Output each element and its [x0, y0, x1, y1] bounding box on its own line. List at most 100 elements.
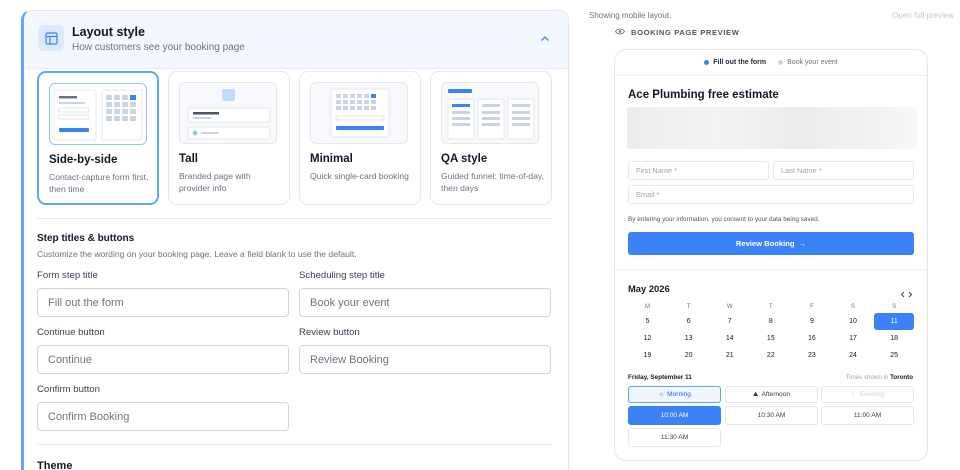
review-button-input[interactable]: [299, 345, 551, 374]
layout-card-desc: Quick single-card booking: [310, 171, 409, 181]
layout-card-title: QA style: [441, 153, 488, 165]
sunset-icon: ⛰: [752, 390, 759, 398]
calendar-day[interactable]: 12: [627, 335, 668, 342]
booking-title: Ace Plumbing free estimate: [628, 89, 779, 101]
step-titles-description: Customize the wording on your booking pa…: [37, 249, 357, 259]
calendar-day[interactable]: 25: [874, 352, 915, 359]
scheduling-step-title-label: Scheduling step title: [299, 270, 385, 281]
calendar-day[interactable]: 13: [668, 335, 709, 342]
calendar-week: 12 13 14 15 16 17 18: [627, 330, 915, 347]
time-slot-selected[interactable]: 10:00 AM: [628, 406, 721, 425]
period-label: Evening: [860, 391, 884, 398]
calendar-day[interactable]: 8: [750, 318, 791, 325]
layout-card-title: Minimal: [310, 153, 353, 165]
timezone-prefix: Times shown in: [845, 374, 889, 381]
period-label: Morning: [667, 391, 691, 398]
layout-card-title: Side-by-side: [49, 154, 118, 166]
layout-card-desc: Branded page with provider info: [179, 171, 251, 193]
period-evening[interactable]: ☾ Evening: [821, 386, 914, 403]
open-full-preview-link[interactable]: Open full preview: [892, 11, 954, 20]
moon-icon: ☾: [851, 391, 858, 399]
minimal-thumbnail: [310, 82, 408, 144]
qa-style-thumbnail: [441, 82, 539, 144]
step-dot: [778, 60, 784, 65]
booking-preview-label-text: BOOKING PAGE PREVIEW: [631, 28, 740, 37]
last-name-field[interactable]: Last Name *: [773, 161, 914, 180]
confirm-button-label: Confirm button: [37, 384, 100, 395]
step-titles-heading: Step titles & buttons: [37, 233, 135, 244]
continue-button-input[interactable]: [37, 345, 289, 374]
calendar-day[interactable]: 22: [750, 352, 791, 359]
calendar-day[interactable]: 14: [709, 335, 750, 342]
calendar-day-selected[interactable]: 11: [874, 313, 915, 330]
weekday-label: F: [810, 303, 814, 310]
blurred-description: [627, 107, 917, 149]
calendar-month: May 2026: [628, 283, 670, 294]
selected-date: Friday, September 11: [628, 374, 692, 381]
theme-heading: Theme: [37, 460, 73, 470]
calendar-day[interactable]: 23: [791, 352, 832, 359]
calendar-day[interactable]: 19: [627, 352, 668, 359]
sun-icon: ☼: [658, 391, 665, 398]
layout-card-tall[interactable]: Tall Branded page with provider info: [168, 71, 290, 205]
step-book-event: Book your event: [778, 59, 838, 66]
calendar-day[interactable]: 16: [791, 335, 832, 342]
first-name-field[interactable]: First Name *: [628, 161, 769, 180]
period-afternoon[interactable]: ⛰ Afternoon: [725, 386, 818, 403]
step-fill-out-form: Fill out the form: [704, 59, 766, 66]
time-slot[interactable]: 11:30 AM: [628, 428, 721, 447]
review-button-label: Review button: [299, 327, 360, 338]
calendar-day[interactable]: 24: [832, 352, 873, 359]
weekday-label: T: [768, 303, 773, 310]
tall-thumbnail: [179, 82, 277, 144]
layout-settings-panel: Layout style How customers see your book…: [21, 10, 569, 470]
layout-card-desc: Guided funnel: time-of-day, then days: [441, 171, 545, 193]
panel-subtitle: How customers see your booking page: [72, 42, 245, 53]
period-label: Afternoon: [761, 391, 791, 398]
form-step-title-label: Form step title: [37, 270, 98, 281]
panel-header[interactable]: Layout style How customers see your book…: [24, 11, 568, 69]
continue-button-label: Continue button: [37, 327, 105, 338]
showing-mobile-text: Showing mobile layout.: [589, 11, 672, 20]
step-label: Fill out the form: [713, 59, 767, 66]
confirm-button-input[interactable]: [37, 402, 289, 431]
calendar-day[interactable]: 5: [627, 318, 668, 325]
arrow-right-icon: →: [798, 239, 807, 248]
calendar-day[interactable]: 15: [750, 335, 791, 342]
layout-icon: [38, 25, 64, 51]
preview-divider: [615, 269, 927, 270]
time-slot[interactable]: 11:00 AM: [821, 406, 914, 425]
calendar-day[interactable]: 6: [668, 318, 709, 325]
calendar-grid: M T W T F S S 5 6 7 8 9 10 11 12 13 14 1…: [627, 300, 915, 364]
review-booking-button[interactable]: Review Booking →: [628, 232, 914, 255]
timezone-note: Times shown in Toronto: [846, 374, 913, 381]
review-booking-label: Review Booking: [735, 239, 795, 248]
calendar-day[interactable]: 7: [709, 318, 750, 325]
layout-card-qa-style[interactable]: QA style Guided funnel: time-of-day, the…: [430, 71, 552, 205]
calendar-day[interactable]: 20: [668, 352, 709, 359]
calendar-day[interactable]: 21: [709, 352, 750, 359]
calendar-week: 19 20 21 22 23 24 25: [627, 347, 915, 364]
calendar-day[interactable]: 17: [832, 335, 873, 342]
time-slot[interactable]: 10:30 AM: [725, 406, 818, 425]
email-field[interactable]: Email *: [628, 185, 914, 204]
period-morning[interactable]: ☼ Morning: [628, 386, 721, 403]
panel-title: Layout style: [72, 25, 145, 39]
booking-preview-label: BOOKING PAGE PREVIEW: [614, 28, 740, 37]
weekday-label: W: [726, 303, 733, 310]
form-step-title-input[interactable]: [37, 288, 289, 317]
layout-card-minimal[interactable]: Minimal Quick single-card booking: [299, 71, 421, 205]
scheduling-step-title-input[interactable]: [299, 288, 551, 317]
step-dot: [704, 60, 710, 65]
side-by-side-thumbnail: [49, 83, 147, 145]
eye-icon: [614, 28, 626, 37]
layout-card-side-by-side[interactable]: Side-by-side Contact-capture form first,…: [37, 71, 159, 205]
layout-card-desc: Contact-capture form first, then time: [49, 172, 149, 194]
divider: [37, 218, 552, 219]
chevron-up-icon[interactable]: [538, 31, 552, 45]
calendar-day[interactable]: 10: [832, 318, 873, 325]
calendar-day[interactable]: 9: [791, 318, 832, 325]
weekday-label: S: [892, 303, 897, 310]
calendar-day[interactable]: 18: [874, 335, 915, 342]
weekday-label: T: [686, 303, 691, 310]
